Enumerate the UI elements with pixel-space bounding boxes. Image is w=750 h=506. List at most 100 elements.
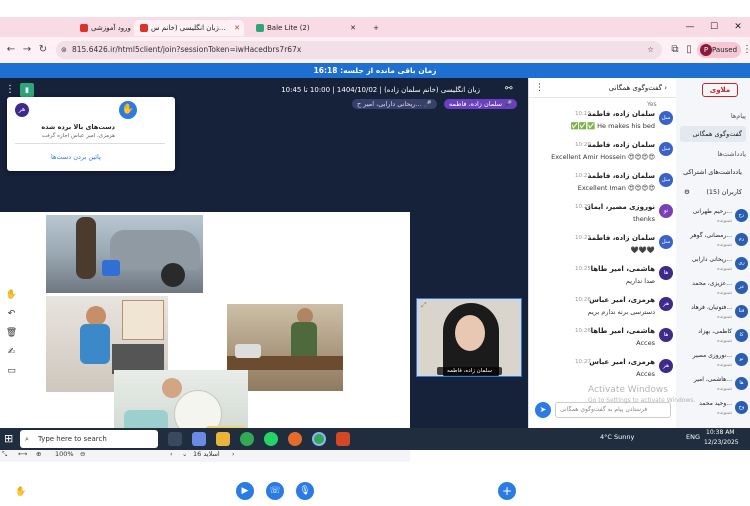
- participant-role: شنونده: [717, 290, 732, 296]
- file-explorer-icon[interactable]: [216, 432, 230, 446]
- url-input[interactable]: ⊚ 815.6426.ir/html5client/join?sessionTo…: [56, 41, 662, 59]
- chat-avatar[interactable]: هر: [659, 359, 673, 373]
- participant-role: شنونده: [717, 338, 732, 344]
- microphone-button[interactable]: 🎙: [296, 482, 314, 500]
- chat-time: 10:19: [575, 111, 591, 117]
- send-icon[interactable]: ➤: [535, 402, 551, 418]
- taskbar-search[interactable]: ⌕ Type here to search: [20, 430, 158, 448]
- presenter-chip: سلمان زاده، فاطمه 🎤: [444, 99, 518, 109]
- tab-favicon: [140, 24, 148, 32]
- minimize-icon[interactable]: —: [678, 17, 702, 37]
- extensions-icon[interactable]: ⧉: [668, 43, 682, 57]
- weather-widget[interactable]: 4°C Sunny: [600, 433, 634, 441]
- profile-avatar: P: [700, 44, 712, 56]
- chat-avatar[interactable]: سل: [659, 111, 673, 125]
- chat-message: سل سلمان زاده، فاطمه 10:21 Excellent Iman 😍…: [535, 170, 675, 200]
- powerpoint-icon[interactable]: [336, 432, 350, 446]
- raise-hand-button[interactable]: ✋: [12, 482, 30, 500]
- presentation-slide: [0, 212, 410, 445]
- forward-icon[interactable]: →: [20, 43, 34, 57]
- participant-item[interactable]: رم رمضانی، گوهر... شنونده: [680, 230, 750, 252]
- connection-icon[interactable]: ⚯: [505, 84, 513, 94]
- camera-button[interactable]: ▶: [236, 482, 254, 500]
- participant-item[interactable]: ری ریحانی دارابی... شنونده: [680, 254, 750, 276]
- tab-close-icon[interactable]: ✕: [234, 20, 240, 36]
- chat-message: سل سلمان زاده، فاطمه 10:20 Excellent Amir H…: [535, 139, 675, 169]
- language-indicator[interactable]: ENG: [686, 433, 700, 441]
- whiteboard-icon[interactable]: ▭: [5, 365, 18, 378]
- chat-panel: ⋮ گفت‌وگوی همگانی › Yes سل سلمان زاده، فا…: [528, 78, 677, 428]
- stats-icon[interactable]: ▮: [20, 83, 34, 97]
- webcam-tile[interactable]: ⤢ سلمان زاده، فاطمه: [416, 298, 522, 377]
- chat-header: ⋮ گفت‌وگوی همگانی ›: [529, 78, 677, 98]
- browser-tab-bar: ورود آموزشی زبان انگلیسی (خانم س... ✕ Ba…: [0, 17, 750, 37]
- participant-item[interactable]: کا کاظمی، بهزاد شنونده: [680, 326, 750, 348]
- chat-text: دسترسی برنه ندارم بریم: [587, 308, 655, 316]
- firefox-icon[interactable]: [288, 432, 302, 446]
- participant-item[interactable]: رح رحیم طهرانی... شنونده: [680, 206, 750, 228]
- chat-avatar[interactable]: سل: [659, 235, 673, 249]
- popup-user-avatar: هر: [15, 103, 29, 117]
- site-info-icon[interactable]: ⊚: [61, 41, 67, 59]
- webcam-name-label: سلمان زاده، فاطمه: [437, 367, 502, 375]
- tab-close-icon[interactable]: ✕: [350, 20, 356, 36]
- chat-avatar[interactable]: هر: [659, 297, 673, 311]
- options-kebab-icon[interactable]: ⋮: [5, 84, 15, 95]
- chat-avatar[interactable]: ها: [659, 328, 673, 342]
- shared-notes-item[interactable]: یادداشت‌های اشتراکی: [680, 164, 746, 180]
- chat-text: Excellent Iman 😍😍😍😍: [577, 184, 655, 192]
- users-header: ⚙ کاربران (15): [680, 184, 746, 200]
- chat-top-text: Yes: [647, 101, 657, 108]
- lower-hands-button[interactable]: پائین بردن دست‌ها: [51, 153, 101, 161]
- tab-3[interactable]: Bale Lite (2) ✕: [250, 20, 360, 36]
- undo-icon[interactable]: ↶: [5, 308, 18, 321]
- clock-date[interactable]: 12/23/2025: [704, 439, 739, 446]
- chat-options-icon[interactable]: ⋮: [535, 78, 544, 98]
- hand-tool-icon[interactable]: ✋: [5, 289, 18, 302]
- actions-plus-button[interactable]: +: [498, 482, 516, 500]
- chat-avatar[interactable]: سل: [659, 142, 673, 156]
- chrome-icon[interactable]: [240, 432, 254, 446]
- participant-item[interactable]: نو نوروزی مصیر... شنونده: [680, 350, 750, 372]
- copilot-icon[interactable]: [192, 432, 206, 446]
- windows-start-icon[interactable]: ⊞: [4, 432, 13, 445]
- sidepanel-icon[interactable]: ▯: [682, 43, 696, 57]
- popup-subtitle: هرمزی، امیر عباس اجازه گرفت: [41, 133, 115, 139]
- task-view-icon[interactable]: [168, 432, 182, 446]
- clock-time[interactable]: 10:38 AM: [706, 429, 734, 436]
- participant-item[interactable]: فتا فتوتیان، فرهاد... شنونده: [680, 302, 750, 324]
- bookmark-star-icon[interactable]: ☆: [647, 41, 654, 59]
- chat-author: هرمزی، امیر عباس: [589, 358, 655, 366]
- participant-role: شنونده: [717, 386, 732, 392]
- chat-author: سلمان زاده، فاطمه: [587, 141, 655, 149]
- chat-avatar[interactable]: ها: [659, 266, 673, 280]
- new-tab-button[interactable]: +: [368, 20, 384, 36]
- phone-audio-button[interactable]: ☏: [266, 482, 284, 500]
- windows-taskbar: ⊞ ⌕ Type here to search 4°C Sunny ENG 10…: [0, 428, 750, 450]
- expand-video-icon[interactable]: ⤢: [421, 301, 427, 310]
- tab-2[interactable]: زبان انگلیسی (خانم س... ✕: [134, 20, 244, 36]
- chat-avatar[interactable]: نو: [659, 204, 673, 218]
- users-gear-icon[interactable]: ⚙: [684, 184, 690, 200]
- trash-icon[interactable]: 🗑: [5, 327, 18, 340]
- participant-item[interactable]: ها هاشمی، امیر... شنونده: [680, 374, 750, 396]
- profile-button[interactable]: P Paused: [697, 42, 741, 58]
- participant-item[interactable]: عز عزیزی، محمد... شنونده: [680, 278, 750, 300]
- chat-avatar[interactable]: سل: [659, 173, 673, 187]
- whatsapp-icon[interactable]: [264, 432, 278, 446]
- speaker-chip: ریحانی دارابی، امیر ح... 🎤: [352, 99, 437, 109]
- chat-text: thenks: [633, 215, 655, 223]
- maximize-icon[interactable]: ☐: [702, 17, 726, 37]
- reload-icon[interactable]: ↻: [36, 43, 50, 57]
- chrome-active-icon[interactable]: [312, 432, 326, 446]
- close-window-icon[interactable]: ✕: [726, 17, 750, 37]
- public-chat-item[interactable]: گفت‌وگوی همگانی: [680, 126, 746, 142]
- multi-user-icon[interactable]: ✍: [5, 346, 18, 359]
- chat-time: 10:22: [575, 204, 591, 210]
- session-timer: زمان باقی مانده از جلسه: 16:18: [0, 63, 750, 78]
- chat-message-input[interactable]: فرستادن پیام به گفت‌وگوی همگانی: [555, 402, 671, 418]
- menu-kebab-icon[interactable]: ⋮: [740, 43, 750, 57]
- chat-time: 10:23: [575, 235, 591, 241]
- screen-share-button[interactable]: ⊠: [206, 482, 224, 500]
- back-icon[interactable]: ←: [4, 43, 18, 57]
